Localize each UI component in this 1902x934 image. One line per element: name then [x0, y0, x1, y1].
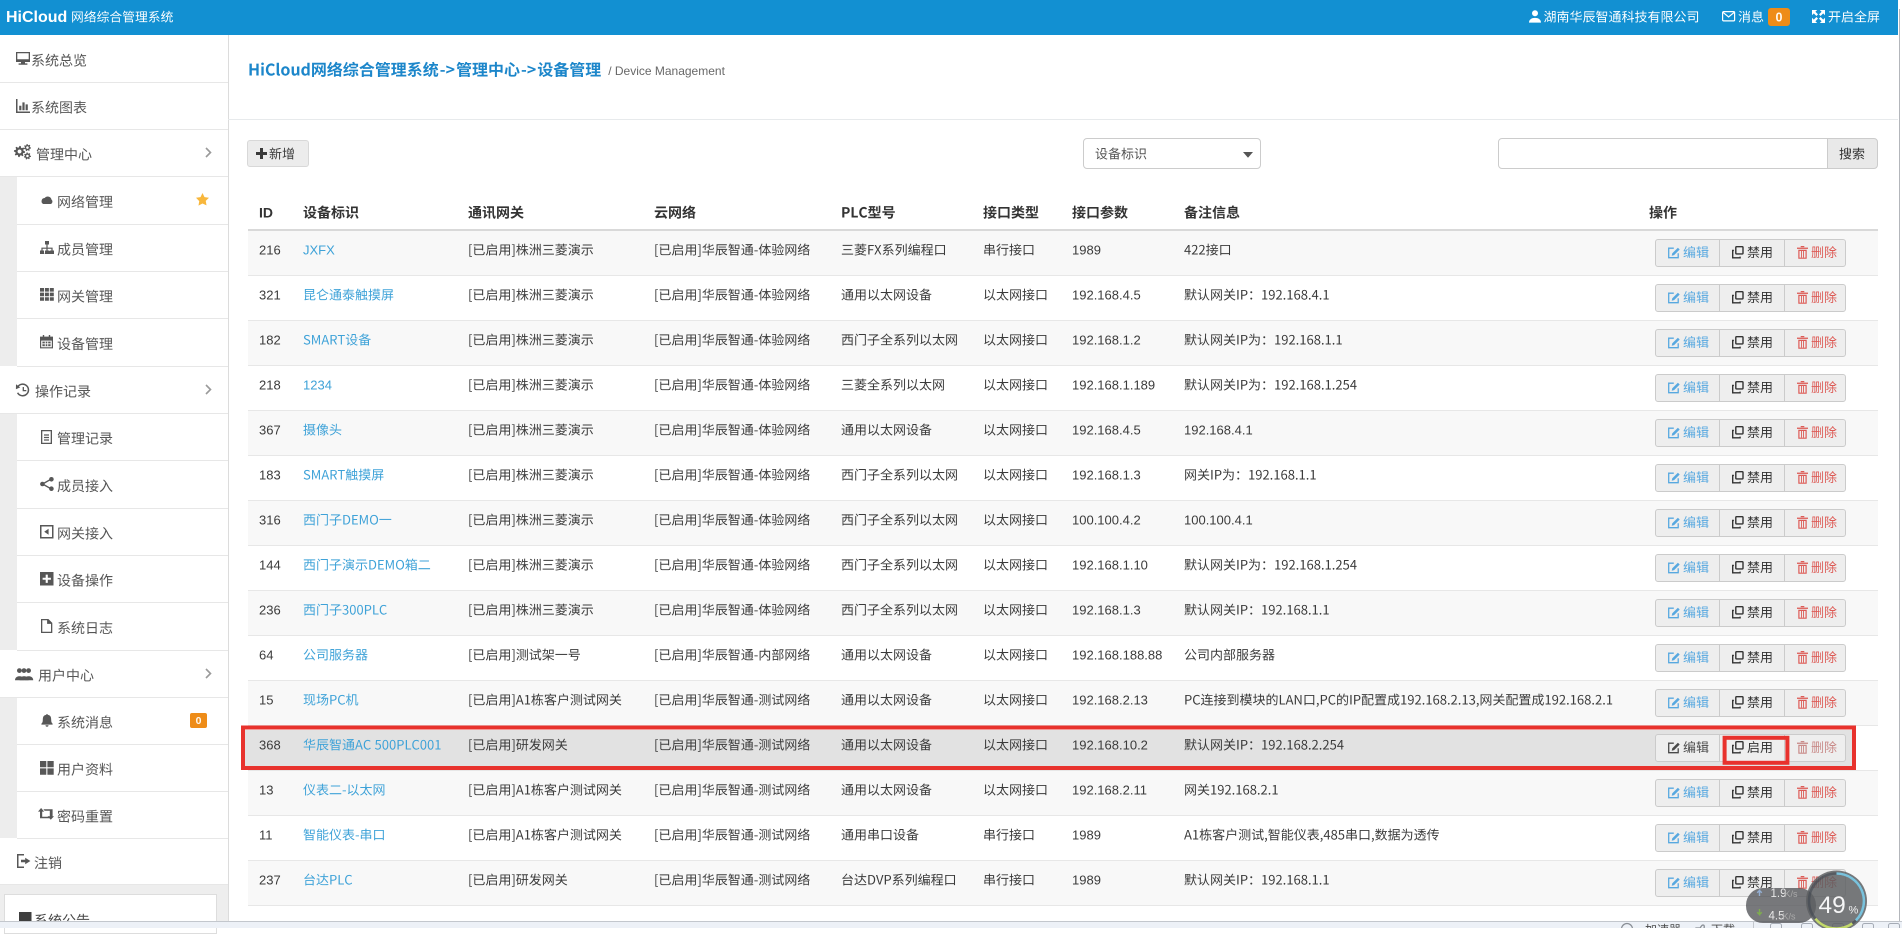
svg-text:144: 144: [259, 558, 281, 573]
svg-text:183: 183: [259, 468, 281, 483]
svg-text:/ Device Management: / Device Management: [608, 64, 725, 78]
svg-text:192.168.188.88: 192.168.188.88: [1072, 648, 1162, 663]
svg-text:64: 64: [259, 648, 273, 663]
svg-text:11: 11: [259, 828, 273, 843]
svg-text:218: 218: [259, 378, 281, 393]
svg-text:K/s: K/s: [1783, 912, 1797, 922]
svg-text:192.168.1.189: 192.168.1.189: [1072, 378, 1155, 393]
svg-text:%: %: [1849, 905, 1859, 917]
svg-text:192.168.1.10: 192.168.1.10: [1072, 558, 1148, 573]
svg-text:192.168.1.3: 192.168.1.3: [1072, 468, 1141, 483]
svg-text:321: 321: [259, 288, 281, 303]
svg-text:1234: 1234: [303, 378, 332, 393]
svg-text:ID: ID: [259, 205, 273, 221]
svg-text:192.168.4.5: 192.168.4.5: [1072, 288, 1141, 303]
svg-text:1989: 1989: [1072, 828, 1101, 843]
